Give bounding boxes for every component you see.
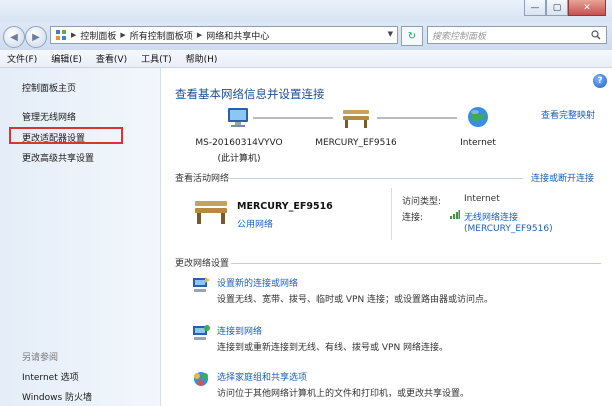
connect-network-icon <box>193 325 210 340</box>
control-panel-icon <box>56 30 66 40</box>
forward-button[interactable]: ▶ <box>25 26 47 48</box>
new-connection-icon <box>193 277 210 292</box>
breadcrumb-separator-icon: ▶ <box>120 31 126 39</box>
sidebar-item-internet-options[interactable]: Internet 选项 <box>22 370 79 383</box>
task-new-connection-desc: 设置无线、宽带、拨号、临时或 VPN 连接；或设置路由器或访问点。 <box>217 295 494 305</box>
homegroup-icon <box>194 372 208 386</box>
forward-arrow-icon: ▶ <box>32 31 40 43</box>
menu-file[interactable]: 文件(F) <box>0 52 44 65</box>
refresh-icon: ↻ <box>407 30 417 42</box>
vertical-divider <box>391 188 392 240</box>
page-title: 查看基本网络信息并设置连接 <box>175 87 325 101</box>
signal-strength-icon <box>450 210 460 219</box>
menu-edit[interactable]: 编辑(E) <box>44 52 89 65</box>
full-map-link[interactable]: 查看完整映射 <box>541 108 595 121</box>
sidebar-item-advanced-sharing[interactable]: 更改高级共享设置 <box>22 151 94 164</box>
breadcrumb-separator-icon: ▶ <box>196 31 203 39</box>
computer-sub: (此计算机) <box>217 154 261 164</box>
sidebar-item-windows-firewall[interactable]: Windows 防火墙 <box>22 390 92 403</box>
highlight-box <box>9 127 123 144</box>
back-button[interactable]: ◀ <box>3 26 25 48</box>
help-icon[interactable]: ? <box>593 74 607 88</box>
breadcrumb-separator-icon: ▶ <box>71 31 77 39</box>
menu-bar: 文件(F) 编辑(E) 查看(V) 工具(T) 帮助(H) <box>0 50 612 68</box>
main-content: ? 查看基本网络信息并设置连接 查看完整映射 MS-20160314VYVO (… <box>161 68 612 406</box>
computer-name: MS-20160314VYVO <box>195 138 283 148</box>
connection-label: 连接: <box>402 213 424 223</box>
maximize-button[interactable]: ▢ <box>546 0 568 16</box>
refresh-button[interactable]: ↻ <box>401 26 423 46</box>
back-arrow-icon: ◀ <box>10 31 18 43</box>
address-dropdown-icon[interactable]: ▼ <box>388 30 393 38</box>
task-homegroup-link[interactable]: 选择家庭组和共享选项 <box>217 370 307 383</box>
search-icon <box>591 30 601 40</box>
divider <box>231 263 601 264</box>
see-also-title: 另请参阅 <box>22 353 59 363</box>
wireless-connection-link[interactable]: 无线网络连接 <box>464 210 518 223</box>
task-homegroup-desc: 访问位于其他网络计算机上的文件和打印机，或更改共享设置。 <box>217 389 470 399</box>
task-connect-network-link[interactable]: 连接到网络 <box>217 324 262 337</box>
menu-help[interactable]: 帮助(H) <box>179 52 225 65</box>
access-type-value: Internet <box>464 194 500 204</box>
divider <box>223 178 523 179</box>
access-type-label: 访问类型: <box>402 197 442 207</box>
connect-disconnect-link[interactable]: 连接或断开连接 <box>531 171 594 184</box>
address-row: ◀ ▶ ▶ 控制面板 ▶ 所有控制面板项 ▶ 网络和共享中心 ▼ ↻ 搜索控制面… <box>0 22 612 50</box>
minimize-button[interactable]: — <box>524 0 546 16</box>
change-settings-title: 更改网络设置 <box>175 259 230 269</box>
network-bench-icon <box>195 201 227 224</box>
close-button[interactable]: ✕ <box>568 0 606 16</box>
menu-tools[interactable]: 工具(T) <box>134 52 179 65</box>
sidebar-item-control-panel-home[interactable]: 控制面板主页 <box>22 81 76 94</box>
computer-icon <box>228 108 248 127</box>
network-bench-icon <box>343 110 369 128</box>
map-connector <box>377 117 457 119</box>
map-connector <box>253 117 333 119</box>
breadcrumb-item[interactable]: 控制面板 <box>80 29 116 42</box>
search-placeholder: 搜索控制面板 <box>432 31 487 42</box>
address-bar[interactable]: ▶ 控制面板 ▶ 所有控制面板项 ▶ 网络和共享中心 ▼ <box>50 26 398 44</box>
task-new-connection-link[interactable]: 设置新的连接或网络 <box>217 276 298 289</box>
search-input[interactable]: 搜索控制面板 <box>427 26 607 44</box>
task-connect-network-desc: 连接到或重新连接到无线、有线、拨号或 VPN 网络连接。 <box>217 343 449 353</box>
globe-icon <box>468 107 488 127</box>
sidebar: 控制面板主页 管理无线网络 更改适配器设置 更改高级共享设置 另请参阅 Inte… <box>0 68 161 406</box>
network-type-link[interactable]: 公用网络 <box>237 217 273 230</box>
active-network-name: MERCURY_EF9516 <box>237 201 333 212</box>
wireless-connection-ssid[interactable]: (MERCURY_EF9516) <box>464 224 553 234</box>
internet-label: Internet <box>460 138 496 148</box>
network-name-map: MERCURY_EF9516 <box>315 138 397 148</box>
sidebar-item-manage-wireless[interactable]: 管理无线网络 <box>22 110 76 123</box>
menu-view[interactable]: 查看(V) <box>89 52 134 65</box>
breadcrumb-item[interactable]: 网络和共享中心 <box>206 29 269 42</box>
active-networks-title: 查看活动网络 <box>175 174 230 184</box>
breadcrumb-item[interactable]: 所有控制面板项 <box>130 29 193 42</box>
window-controls: — ▢ ✕ <box>524 0 606 16</box>
title-bar: — ▢ ✕ <box>0 0 612 22</box>
